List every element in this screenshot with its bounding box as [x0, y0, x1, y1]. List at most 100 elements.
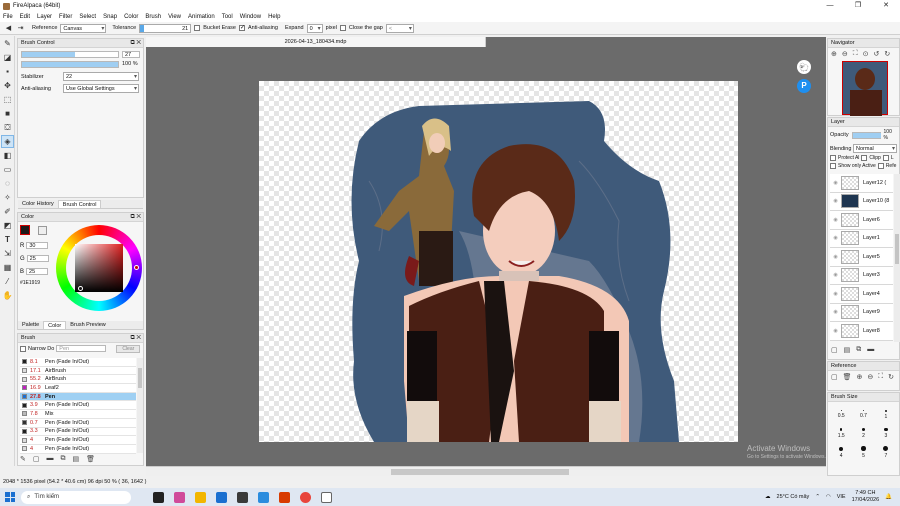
- document-tab[interactable]: 2026-04-13_180434.mdp: [146, 37, 486, 47]
- office-icon[interactable]: [279, 491, 290, 503]
- brush-size-option[interactable]: 0.5: [830, 406, 852, 423]
- duplicate-layer-icon[interactable]: ⧉: [856, 346, 861, 354]
- eyedropper-tool-icon[interactable]: ⁄: [1, 275, 14, 288]
- brush-list-item[interactable]: 7.8 Mix: [20, 410, 136, 419]
- new-layer-icon[interactable]: ▢: [831, 346, 838, 354]
- alpaca-icon[interactable]: 🐑: [797, 60, 811, 74]
- menu-layer[interactable]: Layer: [37, 14, 52, 20]
- menu-select[interactable]: Select: [79, 14, 96, 20]
- layer-row[interactable]: ◉ Layer5: [830, 248, 893, 267]
- edge-icon[interactable]: [216, 491, 227, 503]
- saturation-value-square[interactable]: [75, 244, 123, 292]
- color-panel-close-icon[interactable]: ⧉ ✕: [130, 213, 141, 222]
- narrow-down-checkbox[interactable]: [20, 345, 26, 352]
- start-button-icon[interactable]: [5, 492, 15, 502]
- weather-text[interactable]: 25°C Có mây: [777, 494, 810, 500]
- minimize-button[interactable]: —: [816, 0, 844, 12]
- reference-select[interactable]: Canvas: [60, 23, 107, 33]
- b-input[interactable]: 25: [26, 268, 49, 275]
- visibility-icon[interactable]: ◉: [830, 309, 841, 315]
- close-gap-checkbox[interactable]: [339, 25, 346, 31]
- hand-tool-icon[interactable]: ✋: [1, 289, 14, 302]
- brush-list-item[interactable]: 55.2 AirBrush: [20, 375, 136, 385]
- layer-folder-icon[interactable]: ▬: [867, 346, 874, 354]
- visibility-icon[interactable]: ◉: [830, 217, 841, 223]
- fill-tool-icon[interactable]: ◈: [1, 135, 14, 148]
- copilot-icon[interactable]: [174, 491, 185, 503]
- ref-fit-icon[interactable]: ⛶: [878, 373, 883, 381]
- clock[interactable]: 7:49 CH 17/04/2026: [852, 490, 880, 504]
- lock-checkbox[interactable]: [882, 155, 889, 161]
- expand-select[interactable]: 0: [306, 23, 323, 33]
- divide-tool-icon[interactable]: ▦: [1, 261, 14, 274]
- pixiv-icon[interactable]: P: [797, 79, 811, 93]
- select-eraser-tool-icon[interactable]: ◩: [1, 219, 14, 232]
- menu-snap[interactable]: Snap: [103, 14, 117, 20]
- tab-brush-preview[interactable]: Brush Preview: [66, 321, 109, 329]
- scrollbar-thumb[interactable]: [391, 469, 569, 475]
- operation-tool-icon[interactable]: ⇲: [1, 247, 14, 260]
- foreground-color-swatch[interactable]: [20, 225, 30, 235]
- menu-window[interactable]: Window: [240, 14, 261, 20]
- antialiasing-checkbox[interactable]: ✓: [238, 25, 245, 31]
- reset-zoom-icon[interactable]: ⊙: [863, 50, 869, 58]
- menu-color[interactable]: Color: [124, 14, 138, 20]
- new-8bit-layer-icon[interactable]: ▤: [844, 346, 851, 354]
- brush-list-item[interactable]: 3.3 Pen (Fade In/Out): [20, 427, 136, 437]
- visibility-icon[interactable]: ◉: [830, 198, 841, 204]
- layer-row[interactable]: ◉ Layer6: [830, 211, 893, 230]
- ref-rotate-icon[interactable]: ↻: [888, 373, 894, 381]
- brush-size-option[interactable]: 0.7: [852, 406, 874, 423]
- layer-list-scrollbar[interactable]: [894, 174, 900, 342]
- text-tool-icon[interactable]: T: [1, 233, 14, 246]
- lasso-tool-icon[interactable]: ◌: [1, 177, 14, 190]
- ref-open-icon[interactable]: ▢: [831, 373, 838, 381]
- visibility-icon[interactable]: ◉: [830, 272, 841, 278]
- tab-palette[interactable]: Palette: [18, 321, 43, 329]
- brush-search-input[interactable]: Pen: [56, 345, 107, 352]
- navigator-thumbnail[interactable]: [842, 61, 888, 116]
- visibility-icon[interactable]: ◉: [830, 254, 841, 260]
- visibility-icon[interactable]: ◉: [830, 328, 841, 334]
- maximize-button[interactable]: ❐: [844, 0, 872, 12]
- layer-row[interactable]: ◉ Layer1: [830, 229, 893, 248]
- select-tool-icon[interactable]: ▭: [1, 163, 14, 176]
- brush-list-item[interactable]: 17.1 AirBrush: [20, 366, 136, 376]
- menu-filter[interactable]: Filter: [59, 14, 72, 20]
- panel-close-icon[interactable]: ⧉ ✕: [130, 39, 141, 48]
- brush-size-option[interactable]: 5: [852, 444, 874, 461]
- bucket-tool-icon[interactable]: ⛋: [1, 121, 14, 134]
- file-explorer-icon[interactable]: [195, 491, 206, 503]
- brush-folder-icon[interactable]: ▬: [47, 455, 54, 463]
- visibility-icon[interactable]: ◉: [830, 291, 841, 297]
- select-pen-tool-icon[interactable]: ✐: [1, 205, 14, 218]
- brush-aa-select[interactable]: Use Global Settings: [63, 84, 139, 93]
- close-button[interactable]: ✕: [872, 0, 900, 12]
- blending-select[interactable]: Normal: [853, 144, 897, 153]
- tolerance-slider[interactable]: 21: [139, 23, 192, 33]
- layer-row[interactable]: ◉ Layer3: [830, 266, 893, 285]
- visibility-icon[interactable]: ◉: [830, 235, 841, 241]
- move-tool-icon[interactable]: ✥: [1, 79, 14, 92]
- clipping-checkbox[interactable]: [861, 155, 868, 161]
- eraser-tool-icon[interactable]: ◪: [1, 51, 14, 64]
- gap-select[interactable]: <: [385, 23, 414, 33]
- brush-size-input[interactable]: 27: [122, 51, 140, 58]
- background-color-swatch[interactable]: [38, 226, 47, 235]
- dot-tool-icon[interactable]: ▪: [1, 65, 14, 78]
- layer-row[interactable]: ◉ Layer9: [830, 303, 893, 322]
- brush-size-option[interactable]: 1.5: [830, 425, 852, 442]
- brush-size-option[interactable]: 4: [830, 444, 852, 461]
- layer-row[interactable]: ◉ Layer8: [830, 322, 893, 341]
- ref-delete-icon[interactable]: 🗑: [843, 373, 852, 381]
- menu-file[interactable]: File: [3, 14, 13, 20]
- menu-view[interactable]: View: [168, 14, 181, 20]
- brush-list-item[interactable]: 8.1 Pen (Fade In/Out): [20, 358, 136, 367]
- stabilizer-select[interactable]: 22: [63, 72, 139, 81]
- hue-wheel[interactable]: [56, 225, 142, 311]
- brush-size-slider[interactable]: [21, 51, 119, 58]
- tab-color[interactable]: Color: [43, 321, 67, 329]
- delete-brush-icon[interactable]: 🗑: [86, 455, 95, 463]
- layer-opacity-slider[interactable]: [851, 131, 881, 139]
- clear-button[interactable]: Clear: [116, 344, 141, 353]
